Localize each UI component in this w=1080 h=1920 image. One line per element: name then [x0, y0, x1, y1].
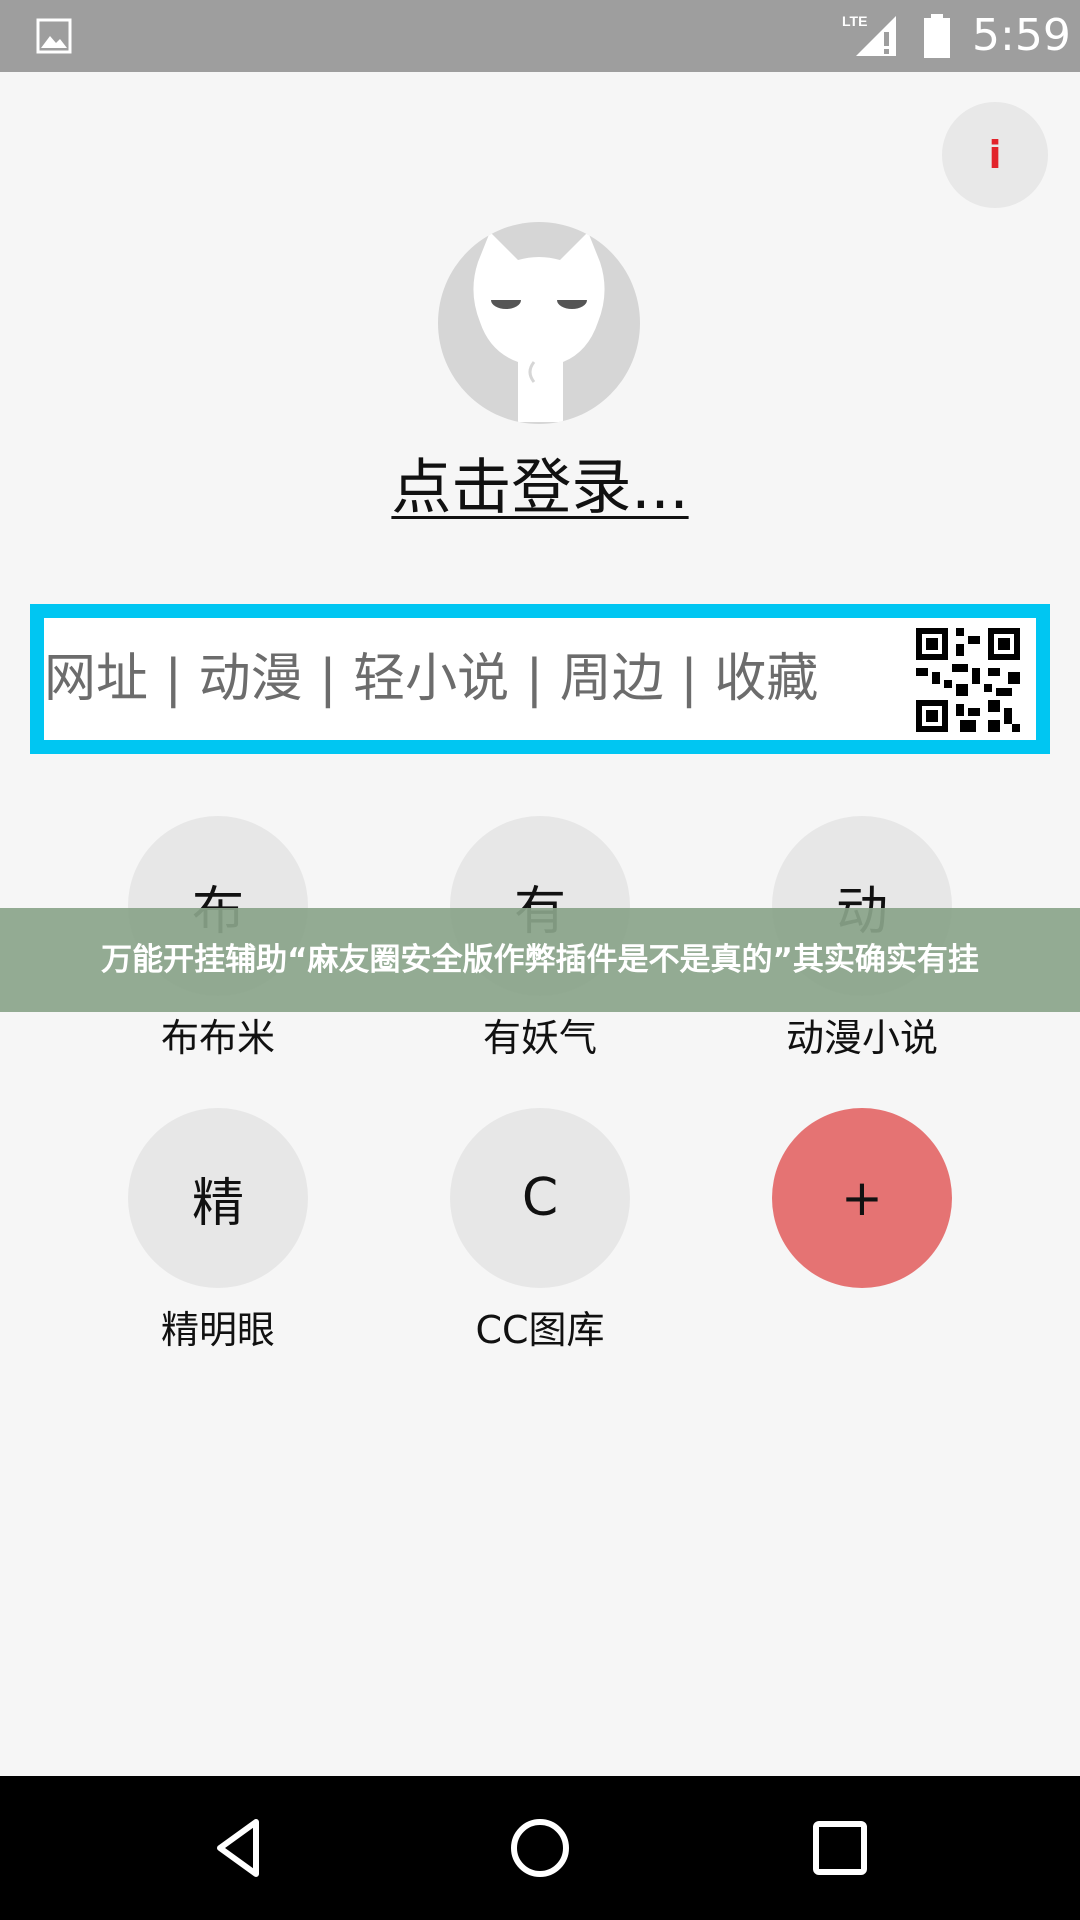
shortcut-label[interactable]: 动漫小说 [702, 1014, 1022, 1062]
home-icon[interactable] [504, 1812, 576, 1884]
shortcut-label[interactable]: 精明眼 [58, 1306, 378, 1354]
shortcut-jingmingyan[interactable]: 精 [128, 1108, 308, 1288]
lte-signal-icon: LTE [842, 13, 896, 56]
add-shortcut-button[interactable]: + [772, 1108, 952, 1288]
cat-avatar-icon [473, 232, 605, 422]
info-icon: i [988, 133, 1002, 177]
shortcut-glyph: 精 [191, 1173, 244, 1234]
shortcut-label[interactable]: CC图库 [380, 1306, 700, 1354]
status-time: 5:59 [972, 10, 1071, 61]
navigation-bar [0, 1776, 1080, 1920]
shortcut-glyph: C [521, 1168, 559, 1228]
plus-icon: + [841, 1169, 883, 1227]
shortcut-label[interactable]: 布布米 [58, 1014, 378, 1062]
battery-icon [924, 14, 950, 58]
image-icon [36, 18, 72, 54]
status-bar: LTE 5:59 [0, 0, 1080, 72]
banner-text: 万能开挂辅助“麻友圈安全版作弊插件是不是真的”其实确实有挂 [101, 942, 979, 978]
svg-text:LTE: LTE [842, 13, 867, 29]
login-label: 点击登录... [391, 453, 689, 523]
back-icon[interactable] [204, 1812, 276, 1884]
shortcut-cc-tuku[interactable]: C [450, 1108, 630, 1288]
search-text: 网址 | 动漫 | 轻小说 | 周边 | 收藏 [44, 649, 819, 709]
qr-code-icon[interactable] [912, 624, 1024, 736]
info-button[interactable]: i [942, 102, 1048, 208]
avatar[interactable] [438, 222, 640, 424]
login-link[interactable]: 点击登录... [0, 448, 1080, 528]
shortcut-label[interactable]: 有妖气 [380, 1014, 700, 1062]
recents-icon[interactable] [804, 1812, 876, 1884]
search-bar[interactable]: 网址 | 动漫 | 轻小说 | 周边 | 收藏 [30, 604, 1050, 754]
overlay-banner: 万能开挂辅助“麻友圈安全版作弊插件是不是真的”其实确实有挂 [0, 908, 1080, 1012]
